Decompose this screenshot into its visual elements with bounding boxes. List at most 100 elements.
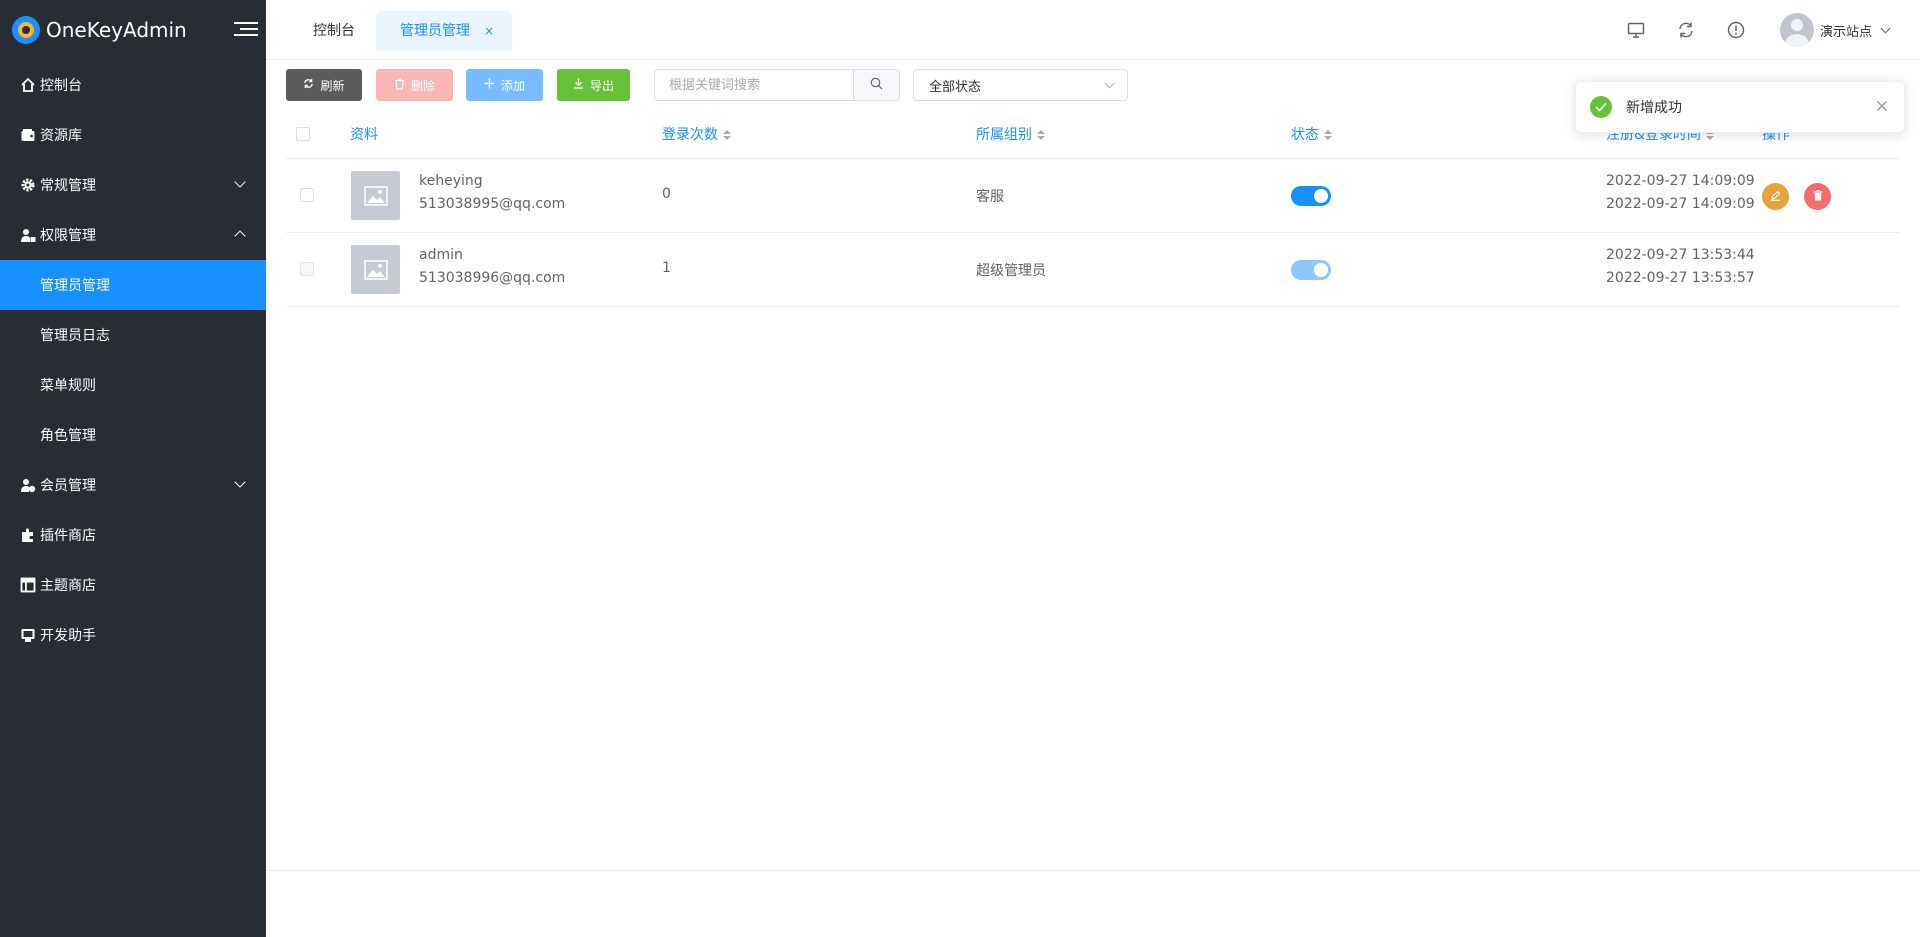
user-menu[interactable]: 演示站点 [1780, 12, 1891, 48]
export-button-label: 导出 [589, 78, 614, 93]
user-name: admin [419, 247, 463, 263]
image-placeholder-icon [351, 171, 400, 220]
avatar [1780, 13, 1814, 47]
sidebar-item-label: 资源库 [40, 128, 82, 144]
user-name: keheying [419, 173, 483, 189]
sidebar-item-members[interactable]: 会员管理 [0, 460, 266, 510]
search-icon [870, 77, 883, 94]
sidebar-item-label: 角色管理 [40, 428, 96, 444]
wallet-icon [20, 127, 36, 143]
tab-admin-manage[interactable]: 管理员管理 × [376, 11, 512, 51]
sort-icon[interactable] [1037, 130, 1045, 140]
status-toggle[interactable] [1291, 260, 1331, 280]
user-name: 演示站点 [1820, 24, 1873, 40]
notification-text: 新增成功 [1626, 100, 1682, 116]
status-select-value: 全部状态 [929, 79, 982, 95]
info-icon[interactable] [1726, 20, 1746, 40]
last-login-time: 2022-09-27 14:09:09 [1606, 196, 1755, 212]
trash-icon [1813, 189, 1823, 205]
column-header-label: 状态 [1291, 127, 1319, 143]
add-button[interactable]: 添加 [466, 69, 543, 101]
refresh-button[interactable]: 刷新 [286, 69, 362, 101]
sidebar-subitem-menu-rules[interactable]: 菜单规则 [0, 360, 266, 410]
gear-icon [20, 177, 36, 193]
search-input[interactable] [655, 70, 853, 100]
close-icon[interactable] [1874, 98, 1890, 114]
chevron-down-icon [1880, 23, 1891, 33]
refresh-icon[interactable] [1676, 20, 1696, 40]
user-check-icon [20, 477, 36, 493]
menu-collapse-icon[interactable] [234, 18, 258, 42]
sidebar-item-label: 插件商店 [40, 528, 96, 544]
sidebar-item-label: 常规管理 [40, 178, 96, 194]
logo[interactable]: OneKeyAdmin [0, 0, 266, 60]
table-row: keheying 513038995@qq.com 0 客服 2022-09-2… [286, 159, 1900, 233]
sort-icon[interactable] [1324, 130, 1332, 140]
sidebar-item-plugin-store[interactable]: 插件商店 [0, 510, 266, 560]
sidebar-item-theme-store[interactable]: 主题商店 [0, 560, 266, 610]
plus-icon [484, 78, 495, 92]
divider [266, 870, 1920, 871]
chevron-down-icon [1104, 78, 1115, 89]
edit-button[interactable] [1762, 183, 1789, 210]
row-checkbox[interactable] [300, 188, 314, 202]
puzzle-icon [20, 527, 36, 543]
dev-icon [20, 627, 36, 643]
column-header-label: 所属组别 [976, 127, 1032, 143]
sidebar-item-label: 菜单规则 [40, 378, 96, 394]
registered-time: 2022-09-27 13:53:44 [1606, 247, 1755, 263]
refresh-button-label: 刷新 [320, 78, 345, 93]
login-count: 1 [662, 260, 671, 276]
tab-label: 管理员管理 [400, 23, 470, 39]
select-all-checkbox[interactable] [296, 127, 310, 141]
sidebar-item-label: 管理员日志 [40, 328, 110, 344]
sidebar-item-label: 会员管理 [40, 478, 96, 494]
status-toggle[interactable] [1291, 186, 1331, 206]
tab-close-icon[interactable]: × [484, 11, 494, 51]
table-row: admin 513038996@qq.com 1 超级管理员 2022-09-2… [286, 233, 1900, 307]
sidebar-item-general[interactable]: 常规管理 [0, 160, 266, 210]
tab-dashboard[interactable]: 控制台 [291, 11, 377, 51]
column-header-status[interactable]: 状态 [1291, 111, 1332, 159]
layout-icon [20, 577, 36, 593]
delete-button-label: 删除 [410, 78, 435, 93]
status-select[interactable]: 全部状态 [913, 69, 1128, 101]
sidebar: OneKeyAdmin 控制台 资源库 常规管理 权限管理 管理员管理 管理员日… [0, 0, 266, 937]
sidebar-subitem-admin-log[interactable]: 管理员日志 [0, 310, 266, 360]
column-header-login-count[interactable]: 登录次数 [662, 111, 731, 159]
chevron-down-icon [234, 176, 246, 188]
user-group: 超级管理员 [976, 263, 1046, 279]
delete-button[interactable]: 删除 [376, 69, 453, 101]
sidebar-item-dashboard[interactable]: 控制台 [0, 60, 266, 110]
user-email: 513038996@qq.com [419, 270, 566, 286]
monitor-icon[interactable] [1626, 20, 1646, 40]
last-login-time: 2022-09-27 13:53:57 [1606, 270, 1755, 286]
image-placeholder-icon [351, 245, 400, 294]
trash-icon [394, 77, 405, 93]
login-count: 0 [662, 186, 671, 202]
success-notification: 新增成功 [1575, 81, 1905, 133]
chevron-up-icon [234, 230, 246, 242]
sidebar-item-label: 控制台 [40, 78, 82, 94]
tab-label: 控制台 [313, 23, 355, 39]
column-header-group[interactable]: 所属组别 [976, 111, 1045, 159]
refresh-icon [303, 78, 314, 92]
top-header: 控制台 管理员管理 × 演示站点 [266, 0, 1920, 60]
delete-row-button[interactable] [1804, 183, 1831, 210]
sidebar-subitem-roles[interactable]: 角色管理 [0, 410, 266, 460]
sidebar-item-label: 主题商店 [40, 578, 96, 594]
sidebar-subitem-admin-manage[interactable]: 管理员管理 [0, 260, 266, 310]
sidebar-item-resources[interactable]: 资源库 [0, 110, 266, 160]
sidebar-item-label: 权限管理 [40, 228, 96, 244]
sidebar-item-label: 开发助手 [40, 628, 96, 644]
search-button[interactable] [853, 70, 899, 100]
sort-icon[interactable] [723, 130, 731, 140]
column-header-label: 资料 [350, 127, 378, 143]
export-button[interactable]: 导出 [557, 69, 630, 101]
home-icon [20, 77, 36, 93]
sidebar-item-dev-helper[interactable]: 开发助手 [0, 610, 266, 660]
sidebar-item-permissions[interactable]: 权限管理 [0, 210, 266, 260]
row-checkbox[interactable] [300, 262, 314, 276]
add-button-label: 添加 [500, 78, 525, 93]
user-lock-icon [20, 227, 36, 243]
